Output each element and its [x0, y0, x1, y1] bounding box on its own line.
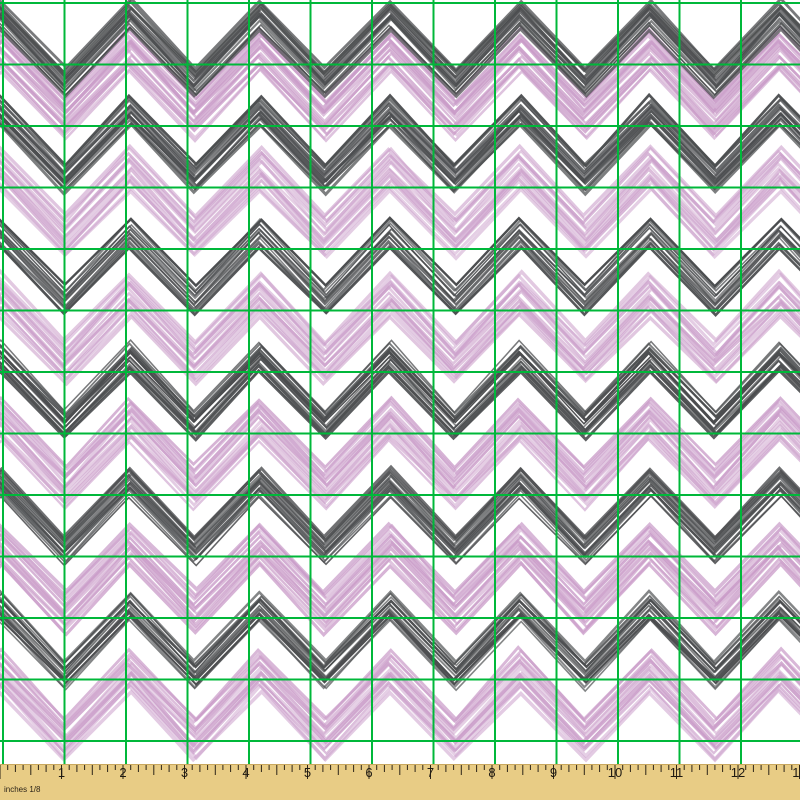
ruler-number: 11	[670, 765, 684, 780]
ruler-svg: 12345678910111213	[0, 765, 800, 780]
fabric-preview: 12345678910111213 inches 1/8	[0, 0, 800, 800]
ruler-number: 13	[792, 765, 800, 780]
ruler-number: 2	[119, 765, 126, 780]
ruler-number: 7	[427, 765, 434, 780]
ruler-number: 4	[242, 765, 249, 780]
ruler-unit-label: inches 1/8	[4, 785, 41, 794]
ruler-number: 12	[731, 765, 745, 780]
ruler: 12345678910111213 inches 1/8	[0, 764, 800, 800]
ruler-number: 8	[488, 765, 495, 780]
chevron-pattern-svg	[0, 0, 800, 763]
ruler-number: 10	[608, 765, 622, 780]
ruler-number: 9	[550, 765, 557, 780]
chevron-pattern	[0, 0, 800, 764]
ruler-number: 5	[304, 765, 311, 780]
ruler-number: 1	[58, 765, 65, 780]
ruler-number: 3	[181, 765, 188, 780]
ruler-number: 6	[365, 765, 372, 780]
